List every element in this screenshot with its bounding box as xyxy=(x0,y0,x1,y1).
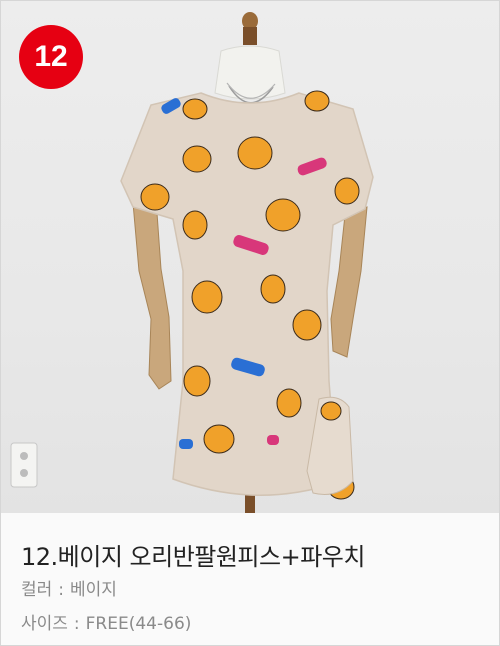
separator: : xyxy=(73,614,80,634)
size-value: FREE(44-66) xyxy=(85,614,192,634)
mannequin-right-arm xyxy=(330,206,368,358)
size-line: 사이즈: FREE(44-66) xyxy=(21,609,191,634)
color-label: 컬러 xyxy=(21,580,53,600)
product-info: 12.베이지 오리반팔원피스+파우치 컬러: 베이지 사이즈: FREE(44-66… xyxy=(1,513,499,645)
separator: : xyxy=(58,580,65,600)
product-number-badge: 12 xyxy=(19,25,83,89)
product-image xyxy=(10,12,374,513)
size-label: 사이즈 xyxy=(21,614,68,634)
product-photo[interactable]: 12 xyxy=(1,1,499,513)
product-title[interactable]: 12.베이지 오리반팔원피스+파우치 xyxy=(21,537,365,572)
mannequin-neck xyxy=(214,45,286,100)
color-line: 컬러: 베이지 xyxy=(21,575,117,600)
mannequin-left-arm xyxy=(132,202,172,390)
product-card[interactable]: 12 12.베이지 오리반팔원피스+파우치 컬러: 베이지 사이즈: FREE(44… xyxy=(0,0,500,646)
wall-outlet xyxy=(10,442,38,488)
color-value: 베이지 xyxy=(70,580,117,600)
badge-number: 12 xyxy=(34,40,68,73)
